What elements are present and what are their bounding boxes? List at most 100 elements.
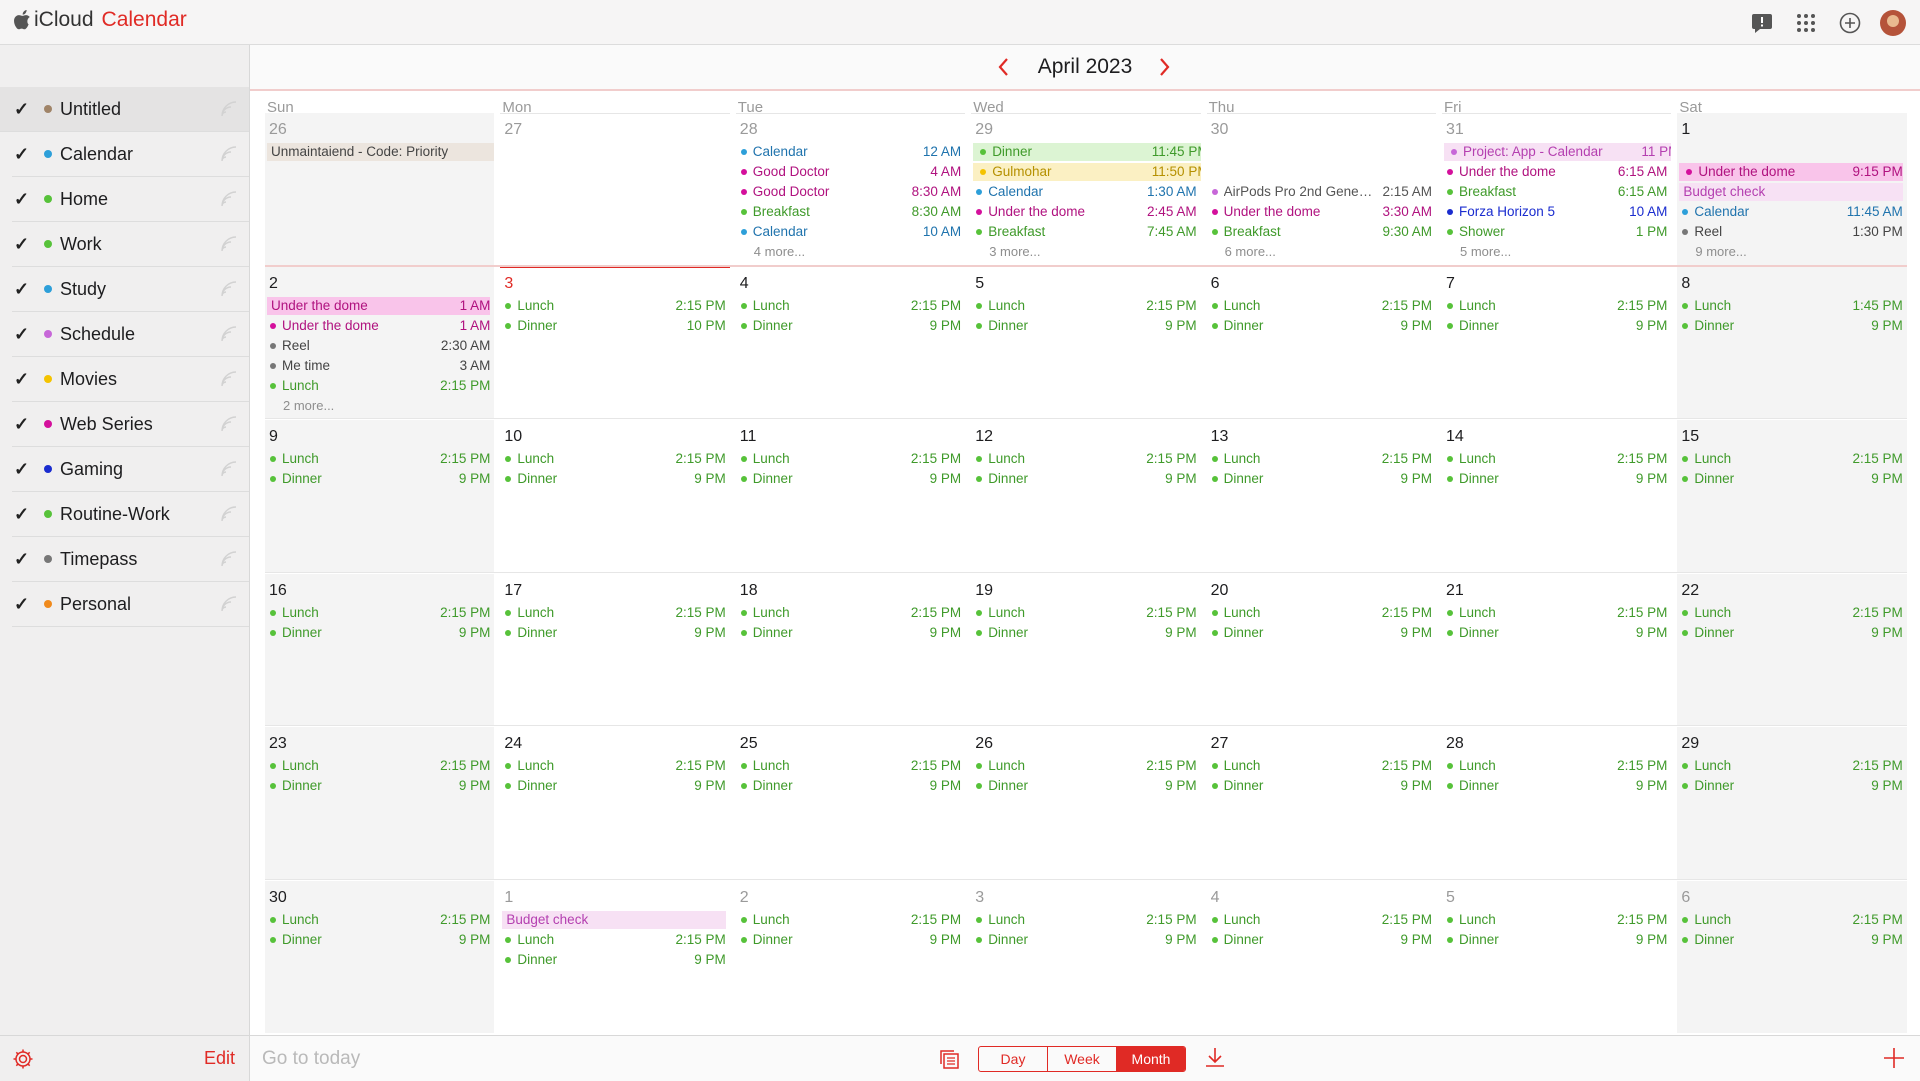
calendar-event[interactable]: Lunch 2:15 PM <box>1209 450 1432 468</box>
shared-calendar-icon[interactable] <box>219 549 239 569</box>
day-cell[interactable]: 22 Lunch 2:15 PM Dinner 9 PM <box>1677 573 1907 726</box>
calendar-event[interactable]: Lunch 2:15 PM <box>973 604 1197 622</box>
calendar-event[interactable]: Forza Horizon 5 10 AM <box>1444 203 1667 221</box>
shared-calendar-icon[interactable] <box>219 99 239 119</box>
calendar-event[interactable]: Lunch 2:15 PM <box>1679 757 1903 775</box>
more-events-link[interactable]: 3 more... <box>989 243 1040 261</box>
edit-button[interactable]: Edit <box>204 1048 235 1069</box>
day-cell[interactable]: 16 Lunch 2:15 PM Dinner 9 PM <box>265 573 495 726</box>
calendar-event[interactable]: Lunch 2:15 PM <box>267 450 490 468</box>
calendar-event[interactable]: Dinner 9 PM <box>1444 777 1667 795</box>
day-cell[interactable]: 4 Lunch 2:15 PM Dinner 9 PM <box>1207 881 1436 1034</box>
calendar-event[interactable]: Dinner 9 PM <box>1444 931 1667 949</box>
day-cell[interactable]: 1 Under the dome 9:15 PM Budget check Calend… <box>1677 113 1907 266</box>
calendar-event[interactable]: Dinner 9 PM <box>267 624 490 642</box>
shared-calendar-icon[interactable] <box>219 189 239 209</box>
calendar-event[interactable]: Under the dome 1 AM <box>267 296 491 315</box>
day-cell[interactable]: 29 Lunch 2:15 PM Dinner 9 PM <box>1677 727 1907 880</box>
day-cell[interactable]: 29 Dinner 11:45 PM Gulmohar 11:50 PM Calendar… <box>971 113 1201 266</box>
checkmark-icon[interactable]: ✓ <box>14 234 32 255</box>
more-events-link[interactable]: 4 more... <box>754 243 805 261</box>
day-cell[interactable]: 26 Lunch 2:15 PM Dinner 9 PM <box>971 727 1200 880</box>
feedback-icon[interactable] <box>1748 9 1776 37</box>
day-cell[interactable]: 25 Lunch 2:15 PM Dinner 9 PM <box>736 727 965 880</box>
calendar-event[interactable]: Dinner 9 PM <box>1444 470 1667 488</box>
add-event-icon[interactable] <box>1882 1046 1906 1070</box>
calendar-event[interactable]: Lunch 2:15 PM <box>738 604 961 622</box>
calendar-event[interactable]: Reel 1:30 PM <box>1679 223 1903 241</box>
calendar-event[interactable]: Dinner 9 PM <box>1444 317 1667 335</box>
calendar-event[interactable]: Lunch 1:45 PM <box>1679 297 1903 315</box>
apps-grid-icon[interactable] <box>1792 9 1820 37</box>
more-events-link[interactable]: 2 more... <box>283 397 334 415</box>
calendar-event[interactable]: Shower 1 PM <box>1444 223 1667 241</box>
calendar-event[interactable]: Under the dome 2:45 AM <box>973 203 1197 221</box>
calendar-event[interactable]: Dinner 9 PM <box>1209 317 1432 335</box>
calendar-event[interactable]: Dinner 9 PM <box>1209 777 1432 795</box>
calendar-event[interactable]: Under the dome 3:30 AM <box>1209 203 1432 221</box>
day-cell[interactable]: 20 Lunch 2:15 PM Dinner 9 PM <box>1207 574 1436 727</box>
calendar-event[interactable]: AirPods Pro 2nd Genera... 2:15 AM <box>1209 183 1432 201</box>
calendar-event[interactable]: Gulmohar 11:50 PM <box>973 163 1201 181</box>
calendar-event[interactable]: Dinner 9 PM <box>267 777 490 795</box>
calendar-event[interactable]: Dinner 9 PM <box>267 470 490 488</box>
calendar-event[interactable]: Dinner 9 PM <box>502 951 726 969</box>
calendar-event[interactable]: Dinner 9 PM <box>1679 470 1903 488</box>
day-cell[interactable]: 17 Lunch 2:15 PM Dinner 9 PM <box>500 574 729 727</box>
calendar-event[interactable]: Unmaintaiend - Code: Priority <box>267 143 495 161</box>
sidebar-item[interactable]: ✓ Routine-Work <box>12 492 249 537</box>
day-cell[interactable]: 28 Lunch 2:15 PM Dinner 9 PM <box>1442 727 1671 880</box>
sidebar-item[interactable]: ✓ Work <box>12 222 249 267</box>
sidebar-item[interactable]: ✓ Calendar <box>12 132 249 177</box>
calendar-event[interactable]: Lunch 2:15 PM <box>1209 757 1432 775</box>
checkmark-icon[interactable]: ✓ <box>14 414 32 435</box>
calendar-event[interactable]: Dinner 10 PM <box>502 317 726 335</box>
calendar-event[interactable]: Dinner 9 PM <box>502 777 726 795</box>
checkmark-icon[interactable]: ✓ <box>14 324 32 345</box>
calendar-event[interactable]: Dinner 9 PM <box>1679 931 1903 949</box>
calendar-event[interactable]: Lunch 2:15 PM <box>973 757 1197 775</box>
day-cell[interactable]: 31 Project: App - Calendar 11 PM Under the … <box>1442 113 1672 266</box>
calendar-event[interactable]: Dinner 9 PM <box>1679 624 1903 642</box>
day-cell[interactable]: 8 Lunch 1:45 PM Dinner 9 PM <box>1677 266 1907 419</box>
calendar-event[interactable]: Lunch 2:15 PM <box>267 377 490 395</box>
calendar-event[interactable]: Dinner 9 PM <box>267 931 490 949</box>
day-cell[interactable]: 1 Budget check Lunch 2:15 PM Dinner 9 PM <box>500 881 729 1034</box>
day-cell[interactable]: 13 Lunch 2:15 PM Dinner 9 PM <box>1207 420 1436 573</box>
view-day-button[interactable]: Day <box>979 1047 1048 1071</box>
more-events-link[interactable]: 6 more... <box>1225 243 1276 261</box>
calendar-event[interactable]: Good Doctor 8:30 AM <box>738 183 961 201</box>
calendar-event[interactable]: Reel 2:30 AM <box>267 337 490 355</box>
checkmark-icon[interactable]: ✓ <box>14 144 32 165</box>
checkmark-icon[interactable]: ✓ <box>14 369 32 390</box>
calendar-event[interactable]: Dinner 9 PM <box>973 470 1197 488</box>
calendar-event[interactable]: Lunch 2:15 PM <box>1444 911 1667 929</box>
chevron-right-icon[interactable] <box>1156 56 1172 78</box>
calendar-event[interactable]: Calendar 12 AM <box>738 143 961 161</box>
calendar-event[interactable]: Dinner 9 PM <box>973 777 1197 795</box>
add-circle-icon[interactable] <box>1836 9 1864 37</box>
calendar-event[interactable]: Lunch 2:15 PM <box>1444 757 1667 775</box>
calendar-event[interactable]: Breakfast 8:30 AM <box>738 203 961 221</box>
sidebar-item[interactable]: ✓ Untitled <box>0 87 249 132</box>
calendar-event[interactable]: Project: App - Calendar 11 PM <box>1444 143 1672 161</box>
calendar-event[interactable]: Lunch 2:15 PM <box>738 757 961 775</box>
calendar-event[interactable]: Breakfast 6:15 AM <box>1444 183 1667 201</box>
day-cell[interactable]: 9 Lunch 2:15 PM Dinner 9 PM <box>265 420 495 573</box>
calendar-event[interactable]: Dinner 9 PM <box>1209 931 1432 949</box>
sidebar-item[interactable]: ✓ Home <box>12 177 249 222</box>
calendar-event[interactable]: Lunch 2:15 PM <box>502 297 726 315</box>
day-cell[interactable]: 14 Lunch 2:15 PM Dinner 9 PM <box>1442 420 1671 573</box>
calendar-event[interactable]: Lunch 2:15 PM <box>738 450 961 468</box>
calendar-event[interactable]: Lunch 2:15 PM <box>267 604 490 622</box>
view-month-button[interactable]: Month <box>1117 1047 1185 1071</box>
day-cell[interactable]: 27 Lunch 2:15 PM Dinner 9 PM <box>1207 727 1436 880</box>
view-week-button[interactable]: Week <box>1048 1047 1117 1071</box>
calendar-event[interactable]: Lunch 2:15 PM <box>267 757 490 775</box>
day-cell[interactable]: 19 Lunch 2:15 PM Dinner 9 PM <box>971 574 1200 727</box>
shared-calendar-icon[interactable] <box>219 234 239 254</box>
calendar-event[interactable]: Lunch 2:15 PM <box>1209 911 1432 929</box>
calendar-event[interactable]: Lunch 2:15 PM <box>502 450 726 468</box>
calendar-event[interactable]: Lunch 2:15 PM <box>1209 604 1432 622</box>
sidebar-item[interactable]: ✓ Web Series <box>12 402 249 447</box>
